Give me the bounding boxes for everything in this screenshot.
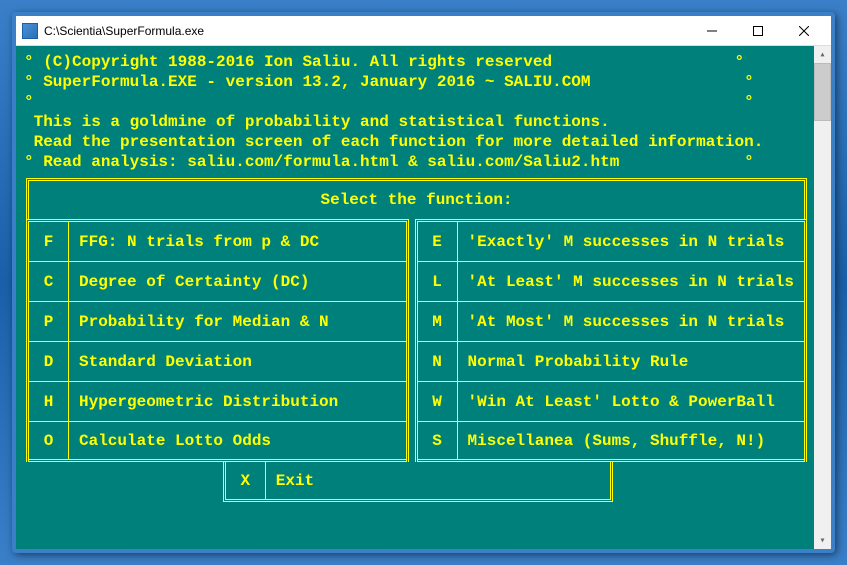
menu: Select the function: FFFG: N trials from… [24,178,829,502]
header-line: This is a goldmine of probability and st… [24,112,829,132]
menu-label: 'At Least' M successes in N trials [458,262,804,301]
menu-key: S [418,422,458,459]
minimize-button[interactable] [689,17,735,45]
header-line: Read the presentation screen of each fun… [24,132,829,152]
menu-item-d[interactable]: DStandard Deviation [29,342,406,382]
window-frame: C:\Scientia\SuperFormula.exe ° (C)Copyri… [12,12,835,553]
close-button[interactable] [781,17,827,45]
menu-item-n[interactable]: NNormal Probability Rule [418,342,804,382]
maximize-button[interactable] [735,17,781,45]
menu-item-p[interactable]: PProbability for Median & N [29,302,406,342]
menu-label: Probability for Median & N [69,302,406,341]
menu-label: Degree of Certainty (DC) [69,262,406,301]
menu-label: Normal Probability Rule [458,342,804,381]
menu-item-f[interactable]: FFFG: N trials from p & DC [29,222,406,262]
menu-key: C [29,262,69,301]
scrollbar-thumb[interactable] [814,63,831,121]
menu-item-e[interactable]: E'Exactly' M successes in N trials [418,222,804,262]
menu-key: D [29,342,69,381]
menu-label: Standard Deviation [69,342,406,381]
menu-key: O [29,422,69,459]
menu-label: Calculate Lotto Odds [69,422,406,459]
menu-label: 'Win At Least' Lotto & PowerBall [458,382,804,421]
menu-label: 'Exactly' M successes in N trials [458,222,804,261]
menu-key: X [226,462,266,499]
menu-item-c[interactable]: CDegree of Certainty (DC) [29,262,406,302]
menu-item-o[interactable]: OCalculate Lotto Odds [29,422,406,462]
menu-column-right: E'Exactly' M successes in N trials L'At … [415,219,807,462]
header-line: ° (C)Copyright 1988-2016 Ion Saliu. All … [24,52,829,72]
menu-item-x[interactable]: X Exit [223,462,614,502]
menu-item-m[interactable]: M'At Most' M successes in N trials [418,302,804,342]
header-line: ° SuperFormula.EXE - version 13.2, Janua… [24,72,829,92]
menu-key: W [418,382,458,421]
menu-key: F [29,222,69,261]
menu-key: L [418,262,458,301]
vertical-scrollbar[interactable]: ▴ ▾ [814,46,831,549]
menu-key: E [418,222,458,261]
header-line: ° ° [24,92,829,112]
menu-key: H [29,382,69,421]
console-area: ° (C)Copyright 1988-2016 Ion Saliu. All … [16,46,831,549]
menu-key: P [29,302,69,341]
scroll-down-arrow-icon[interactable]: ▾ [814,532,831,549]
header-line: ° Read analysis: saliu.com/formula.html … [24,152,829,172]
menu-item-w[interactable]: W'Win At Least' Lotto & PowerBall [418,382,804,422]
window-controls [689,17,827,45]
menu-item-s[interactable]: SMiscellanea (Sums, Shuffle, N!) [418,422,804,462]
window-title: C:\Scientia\SuperFormula.exe [44,24,689,38]
menu-item-l[interactable]: L'At Least' M successes in N trials [418,262,804,302]
menu-label: Miscellanea (Sums, Shuffle, N!) [458,422,804,459]
menu-label: Hypergeometric Distribution [69,382,406,421]
menu-label: 'At Most' M successes in N trials [458,302,804,341]
scroll-up-arrow-icon[interactable]: ▴ [814,46,831,63]
menu-label: Exit [266,462,611,499]
menu-item-h[interactable]: HHypergeometric Distribution [29,382,406,422]
menu-key: M [418,302,458,341]
menu-title: Select the function: [26,178,807,219]
menu-column-left: FFFG: N trials from p & DC CDegree of Ce… [26,219,409,462]
menu-key: N [418,342,458,381]
app-icon [22,23,38,39]
titlebar[interactable]: C:\Scientia\SuperFormula.exe [16,16,831,46]
menu-label: FFG: N trials from p & DC [69,222,406,261]
